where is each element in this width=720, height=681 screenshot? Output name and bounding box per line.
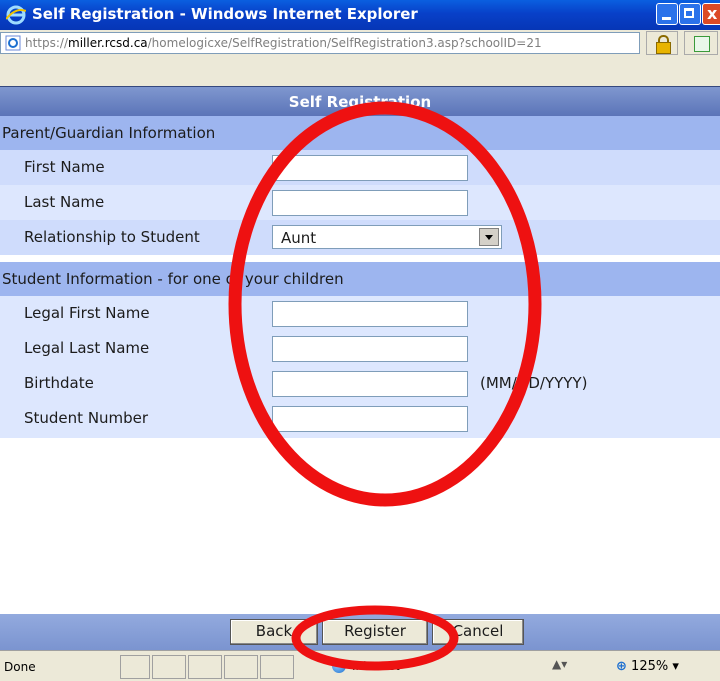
chevron-down-icon[interactable] (479, 228, 499, 246)
page-header: Self Registration (0, 86, 720, 116)
status-pane (224, 655, 258, 679)
birthdate-format-hint: (MM/DD/YYYY) (480, 374, 588, 392)
zoom-control[interactable]: ⊕ 125% ▾ (616, 659, 679, 674)
close-icon: x (707, 4, 718, 23)
relationship-row: Relationship to Student Aunt (0, 220, 720, 255)
first-name-row: First Name (0, 150, 720, 185)
status-pane (260, 655, 294, 679)
url-path: /homelogicxe/SelfRegistration/SelfRegist… (147, 36, 542, 50)
security-zone-label: Internet (352, 659, 400, 673)
zoom-icon: ⊕ (616, 659, 627, 674)
url-scheme: https:// (25, 36, 69, 50)
student-number-input[interactable] (272, 406, 468, 432)
last-name-label: Last Name (24, 193, 105, 211)
birthdate-input[interactable] (272, 371, 468, 397)
legal-first-name-row: Legal First Name (0, 296, 720, 331)
internet-zone-icon (332, 659, 346, 673)
page-title: Self Registration (288, 93, 432, 111)
legal-last-name-row: Legal Last Name (0, 331, 720, 366)
maximize-button[interactable] (679, 3, 701, 25)
button-bar: Back Register Cancel (0, 614, 720, 650)
minimize-button[interactable] (656, 3, 678, 25)
feed-icon (694, 36, 710, 52)
blank-content-area (0, 438, 720, 614)
first-name-label: First Name (24, 158, 105, 176)
parent-section-title: Parent/Guardian Information (2, 124, 216, 142)
url-host: miller.rcsd.ca (68, 36, 148, 50)
status-bar: Done Internet ▲▾ ⊕ 125% ▾ (0, 650, 720, 681)
parent-section-header: Parent/Guardian Information (0, 116, 720, 150)
status-text: Done (4, 660, 36, 674)
feed-button[interactable] (684, 31, 718, 55)
last-name-input[interactable] (272, 190, 468, 216)
status-pane (188, 655, 222, 679)
relationship-value: Aunt (281, 229, 317, 247)
window-titlebar: Self Registration - Windows Internet Exp… (0, 0, 720, 30)
address-field[interactable]: https://miller.rcsd.ca/homelogicxe/SelfR… (0, 32, 640, 54)
student-section-header: Student Information - for one of your ch… (0, 262, 720, 296)
close-button[interactable]: x (702, 3, 720, 25)
address-url: https://miller.rcsd.ca/homelogicxe/SelfR… (25, 36, 542, 50)
security-lock-button[interactable] (646, 31, 678, 55)
first-name-input[interactable] (272, 155, 468, 181)
internet-explorer-icon (6, 5, 26, 25)
back-button[interactable]: Back (230, 619, 318, 645)
birthdate-label: Birthdate (24, 374, 94, 392)
birthdate-row: Birthdate (MM/DD/YYYY) (0, 366, 720, 401)
relationship-select[interactable]: Aunt (272, 225, 502, 249)
address-bar: https://miller.rcsd.ca/homelogicxe/SelfR… (0, 30, 720, 86)
protected-mode-icon[interactable]: ▲▾ (552, 657, 567, 671)
legal-first-name-label: Legal First Name (24, 304, 150, 322)
student-number-label: Student Number (24, 409, 149, 427)
zoom-level: 125% (631, 659, 669, 674)
lock-icon (656, 42, 671, 54)
register-button[interactable]: Register (322, 619, 428, 645)
legal-last-name-input[interactable] (272, 336, 468, 362)
page-icon (5, 35, 21, 51)
cancel-button[interactable]: Cancel (432, 619, 524, 645)
status-pane (120, 655, 150, 679)
legal-first-name-input[interactable] (272, 301, 468, 327)
window-title: Self Registration - Windows Internet Exp… (32, 5, 418, 23)
relationship-label: Relationship to Student (24, 228, 200, 246)
status-pane (152, 655, 186, 679)
last-name-row: Last Name (0, 185, 720, 220)
student-section-title: Student Information - for one of your ch… (2, 270, 344, 288)
student-number-row: Student Number (0, 401, 720, 438)
legal-last-name-label: Legal Last Name (24, 339, 150, 357)
